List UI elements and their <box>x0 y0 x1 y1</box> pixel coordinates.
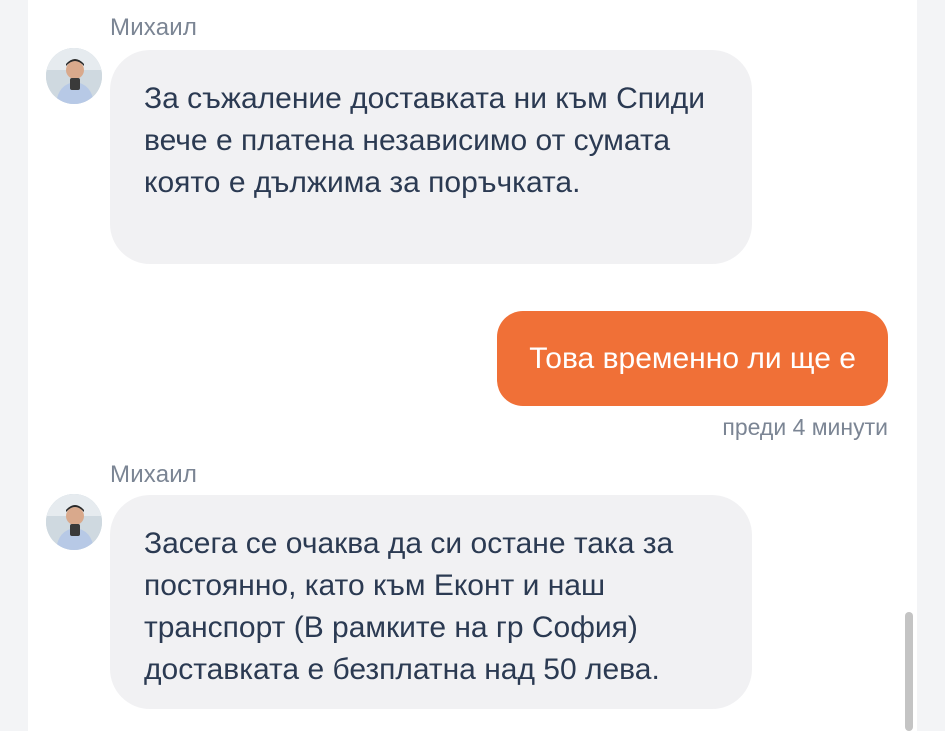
sender-name: Михаил <box>110 14 198 41</box>
user-avatar-icon[interactable] <box>46 494 102 550</box>
avatar-photo <box>46 494 102 550</box>
message-timestamp: преди 4 минути <box>722 414 888 440</box>
chat-message-list[interactable]: Михаил За съжаление доставката ни към Сп… <box>28 0 918 731</box>
scrollbar-track <box>917 0 945 731</box>
outgoing-message-bubble[interactable]: Това временно ли ще е <box>497 311 888 406</box>
sender-name: Михаил <box>110 461 198 488</box>
avatar-photo <box>46 48 102 104</box>
user-avatar-icon[interactable] <box>46 48 102 104</box>
scrollbar-thumb[interactable] <box>905 612 913 731</box>
incoming-message-bubble[interactable]: За съжаление доставката ни към Спиди веч… <box>110 50 752 264</box>
incoming-message-bubble[interactable]: Засега се очаква да си остане така за по… <box>110 495 752 709</box>
